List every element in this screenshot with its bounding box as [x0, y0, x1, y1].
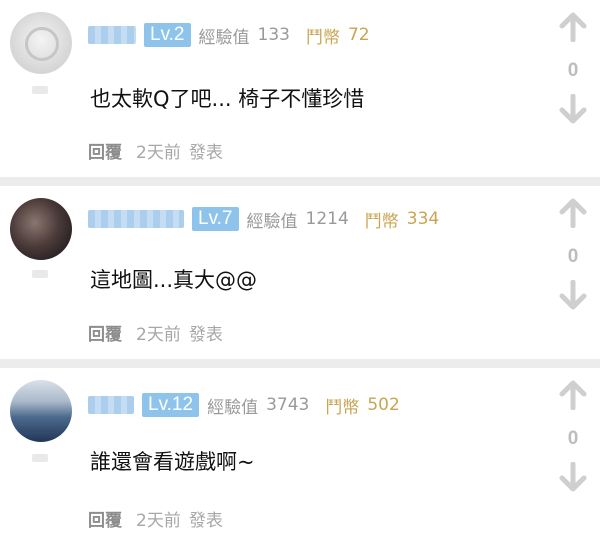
vote-count: 0 [567, 246, 579, 267]
username-blurred[interactable] [88, 396, 134, 414]
comment-meta: 回覆 2天前 發表 [88, 138, 223, 163]
posted-label: 發表 [188, 143, 223, 163]
username-blurred[interactable] [88, 26, 136, 44]
comment-meta: 回覆 2天前 發表 [88, 320, 223, 345]
vote-control: 0 [558, 198, 588, 310]
exp-value: 3743 [266, 395, 310, 415]
reply-button[interactable]: 回覆 [88, 320, 122, 345]
exp-label: 經驗值 [198, 27, 250, 48]
comment-text: 誰還會看遊戲啊~ [90, 450, 255, 474]
exp-label: 經驗值 [246, 211, 298, 232]
avatar-badge [32, 454, 48, 462]
comment-text: 這地圖...真大@@ [90, 268, 258, 292]
exp-value: 1214 [305, 209, 349, 229]
arrow-down-icon[interactable] [558, 93, 588, 124]
coin-value: 334 [406, 209, 440, 229]
level-badge: Lv.2 [144, 23, 191, 47]
username-blurred[interactable] [88, 210, 184, 228]
vote-control: 0 [558, 12, 588, 124]
posted-label: 發表 [188, 511, 223, 531]
coin-value: 502 [367, 395, 400, 415]
comment-item: Lv.2 經驗值 133 鬥幣 72 也太軟Q了吧... 椅子不懂珍惜 回覆 2… [0, 0, 600, 172]
avatar[interactable] [10, 12, 72, 74]
arrow-up-icon[interactable] [558, 12, 588, 43]
coin-label: 鬥幣 [364, 211, 399, 232]
reply-button[interactable]: 回覆 [88, 506, 122, 531]
user-info: Lv.12 經驗值 3743 鬥幣 502 [88, 392, 400, 418]
coin-label: 鬥幣 [325, 397, 360, 418]
coin-value: 72 [347, 25, 370, 45]
timestamp: 2天前 [136, 325, 181, 345]
vote-count: 0 [567, 60, 579, 81]
arrow-up-icon[interactable] [558, 380, 588, 411]
arrow-down-icon[interactable] [558, 279, 588, 310]
comment-item: Lv.12 經驗值 3743 鬥幣 502 誰還會看遊戲啊~ 回覆 2天前 發表… [0, 368, 600, 542]
posted-label: 發表 [188, 325, 223, 345]
reply-button[interactable]: 回覆 [88, 138, 122, 163]
vote-control: 0 [558, 380, 588, 492]
exp-value: 133 [257, 25, 290, 45]
level-badge: Lv.12 [142, 393, 200, 417]
level-badge: Lv.7 [192, 207, 239, 231]
comment-text: 也太軟Q了吧... 椅子不懂珍惜 [90, 87, 365, 111]
exp-label: 經驗值 [207, 397, 259, 418]
user-info: Lv.7 經驗值 1214 鬥幣 334 [88, 206, 439, 232]
avatar-badge [32, 86, 48, 94]
avatar[interactable] [10, 380, 72, 442]
timestamp: 2天前 [136, 143, 181, 163]
avatar-badge [32, 270, 48, 278]
timestamp: 2天前 [136, 511, 181, 531]
divider [0, 359, 600, 368]
divider [0, 177, 600, 186]
vote-count: 0 [567, 428, 579, 449]
avatar[interactable] [10, 198, 72, 260]
arrow-up-icon[interactable] [558, 198, 588, 229]
comment-item: Lv.7 經驗值 1214 鬥幣 334 這地圖...真大@@ 回覆 2天前 發… [0, 186, 600, 356]
user-info: Lv.2 經驗值 133 鬥幣 72 [88, 22, 370, 48]
arrow-down-icon[interactable] [558, 461, 588, 492]
coin-label: 鬥幣 [305, 27, 340, 48]
comment-meta: 回覆 2天前 發表 [88, 506, 223, 531]
